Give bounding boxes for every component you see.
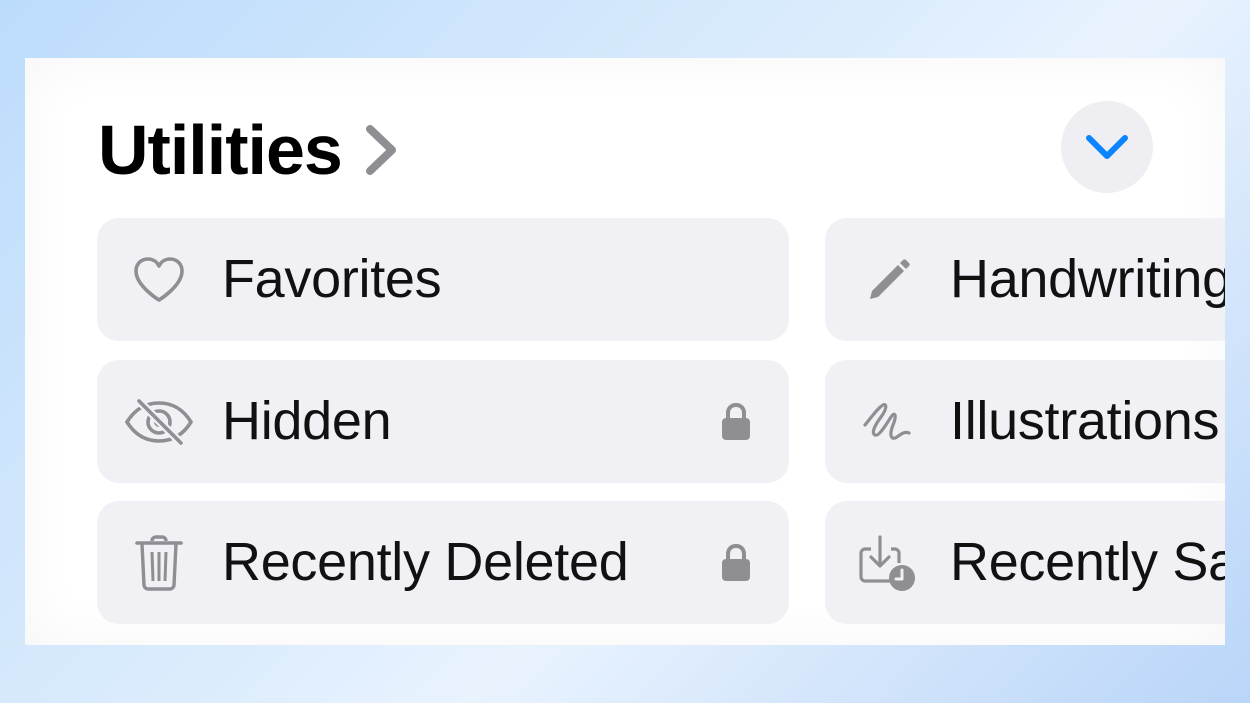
lock-icon	[721, 501, 751, 624]
tile-label: Favorites	[222, 249, 442, 309]
hidden-tile[interactable]: Hidden	[97, 360, 789, 483]
tile-label: Recently Deleted	[222, 532, 629, 592]
lock-icon	[721, 360, 751, 483]
illustrations-tile[interactable]: Illustrations	[825, 360, 1225, 483]
favorites-tile[interactable]: Favorites	[97, 218, 789, 341]
handwriting-tile[interactable]: Handwriting	[825, 218, 1225, 341]
pencil-icon	[849, 218, 925, 341]
chevron-right-icon	[364, 124, 398, 176]
trash-icon	[121, 501, 197, 624]
heart-icon	[121, 218, 197, 341]
scribble-icon	[849, 360, 925, 483]
tray-download-clock-icon	[849, 501, 925, 624]
tile-label: Illustrations	[950, 391, 1220, 451]
recently-saved-tile[interactable]: Recently Saved	[825, 501, 1225, 624]
section-title: Utilities	[98, 111, 343, 189]
recently-deleted-tile[interactable]: Recently Deleted	[97, 501, 789, 624]
eye-slash-icon	[121, 360, 197, 483]
chevron-down-icon	[1084, 132, 1130, 162]
tile-label: Handwriting	[950, 249, 1225, 309]
collapse-button[interactable]	[1061, 101, 1153, 193]
tile-label: Hidden	[222, 391, 392, 451]
section-header[interactable]: Utilities	[98, 110, 398, 190]
utilities-card: Utilities Favorites Handwriting Hidden I…	[25, 58, 1225, 645]
tile-label: Recently Saved	[950, 532, 1225, 592]
